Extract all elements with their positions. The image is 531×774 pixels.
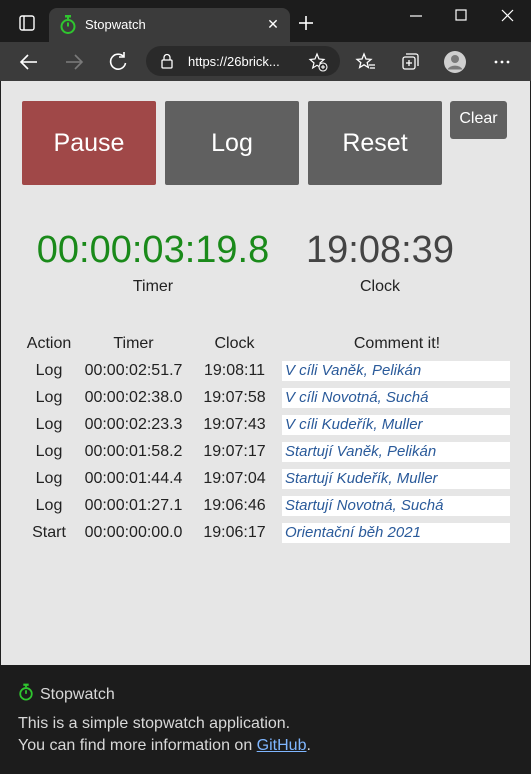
- comment-input[interactable]: Startují Vaněk, Pelikán: [282, 441, 510, 462]
- footer-info-text: You can find more information on: [18, 737, 257, 754]
- row-action: Log: [35, 388, 63, 406]
- footer-title: Stopwatch: [40, 686, 115, 703]
- comment-input[interactable]: V cíli Vaněk, Pelikán: [282, 360, 510, 381]
- row-timer: 00:00:01:44.4: [84, 469, 183, 487]
- comment-input[interactable]: V cíli Novotná, Suchá: [282, 387, 510, 408]
- github-link[interactable]: GitHub: [257, 737, 307, 754]
- collections-icon[interactable]: [396, 48, 424, 76]
- lock-icon[interactable]: [160, 53, 174, 74]
- comment-input[interactable]: Orientační běh 2021: [282, 522, 510, 543]
- row-clock: 19:07:58: [203, 388, 266, 406]
- header-comment: Comment it!: [353, 335, 441, 352]
- row-clock: 19:06:17: [203, 523, 266, 541]
- row-action: Log: [35, 415, 63, 433]
- table-row: Log 00:00:01:44.4 19:07:04 Startují Kude…: [21, 465, 515, 492]
- comment-input[interactable]: Startují Kudeřík, Muller: [282, 468, 510, 489]
- clear-button[interactable]: Clear: [450, 101, 507, 139]
- close-window-icon[interactable]: [486, 0, 530, 34]
- table-row: Log 00:00:01:58.2 19:07:17 Startují Vaně…: [21, 438, 515, 465]
- row-timer: 00:00:02:38.0: [84, 388, 183, 406]
- row-clock: 19:06:46: [203, 496, 266, 514]
- header-clock: Clock: [214, 335, 255, 352]
- row-clock: 19:07:17: [203, 442, 266, 460]
- tab-close-icon[interactable]: ✕: [262, 13, 284, 35]
- row-action: Log: [35, 469, 63, 487]
- header-action: Action: [26, 335, 72, 352]
- row-clock: 19:07:04: [203, 469, 266, 487]
- table-row: Log 00:00:01:27.1 19:06:46 Startují Novo…: [21, 492, 515, 519]
- footer-info-suffix: .: [306, 737, 311, 754]
- row-action: Log: [35, 361, 63, 379]
- row-timer: 00:00:02:23.3: [84, 415, 183, 433]
- row-clock: 19:07:43: [203, 415, 266, 433]
- address-bar[interactable]: https://26brick...: [146, 46, 340, 76]
- timer-display: 00:00:03:19.8: [36, 229, 270, 271]
- forward-icon[interactable]: [60, 48, 88, 76]
- row-timer: 00:00:02:51.7: [84, 361, 183, 379]
- footer-info-line: You can find more information on GitHub.: [18, 737, 311, 755]
- log-button[interactable]: Log: [165, 101, 299, 185]
- comment-input[interactable]: V cíli Kudeřík, Muller: [282, 414, 510, 435]
- minimize-icon[interactable]: [395, 0, 439, 34]
- tab-actions-icon[interactable]: [4, 0, 48, 34]
- stopwatch-icon: [59, 15, 77, 40]
- log-table: Action Timer Clock Comment it! Log 00:00…: [21, 331, 515, 546]
- table-row: Log 00:00:02:23.3 19:07:43 V cíli Kudeří…: [21, 411, 515, 438]
- row-action: Log: [35, 442, 63, 460]
- row-action: Log: [35, 496, 63, 514]
- browser-titlebar: Stopwatch ✕: [0, 0, 531, 42]
- log-table-header: Action Timer Clock Comment it!: [21, 331, 515, 357]
- table-row: Log 00:00:02:51.7 19:08:11 V cíli Vaněk,…: [21, 357, 515, 384]
- add-favorite-icon[interactable]: [308, 52, 328, 77]
- timer-label: Timer: [132, 278, 174, 295]
- stopwatch-icon: [18, 683, 34, 707]
- maximize-icon[interactable]: [440, 0, 484, 34]
- footer-description: This is a simple stopwatch application.: [18, 715, 291, 732]
- browser-toolbar: https://26brick...: [0, 42, 531, 81]
- row-timer: 00:00:01:27.1: [84, 496, 183, 514]
- row-action: Start: [32, 523, 66, 541]
- new-tab-icon[interactable]: [294, 11, 318, 35]
- comment-input[interactable]: Startují Novotná, Suchá: [282, 495, 510, 516]
- footer: Stopwatch This is a simple stopwatch app…: [0, 665, 531, 774]
- row-timer: 00:00:01:58.2: [84, 442, 183, 460]
- pause-button[interactable]: Pause: [22, 101, 156, 185]
- table-row: Start 00:00:00:00.0 19:06:17 Orientační …: [21, 519, 515, 546]
- back-icon[interactable]: [15, 48, 43, 76]
- refresh-icon[interactable]: [104, 48, 132, 76]
- clock-label: Clock: [359, 278, 400, 295]
- clock-display: 19:08:39: [306, 229, 454, 271]
- row-clock: 19:08:11: [203, 361, 266, 379]
- more-menu-icon[interactable]: [488, 48, 516, 76]
- reset-button[interactable]: Reset: [308, 101, 442, 185]
- profile-avatar-icon[interactable]: [441, 48, 469, 76]
- table-row: Log 00:00:02:38.0 19:07:58 V cíli Novotn…: [21, 384, 515, 411]
- address-url[interactable]: https://26brick...: [188, 54, 280, 69]
- row-timer: 00:00:00:00.0: [84, 523, 183, 541]
- header-timer: Timer: [113, 335, 154, 352]
- favorites-icon[interactable]: [352, 48, 380, 76]
- browser-tab[interactable]: Stopwatch ✕: [49, 8, 290, 42]
- tab-title: Stopwatch: [85, 17, 146, 32]
- stopwatch-page: Pause Log Reset Clear 00:00:03:19.8 Time…: [1, 81, 530, 665]
